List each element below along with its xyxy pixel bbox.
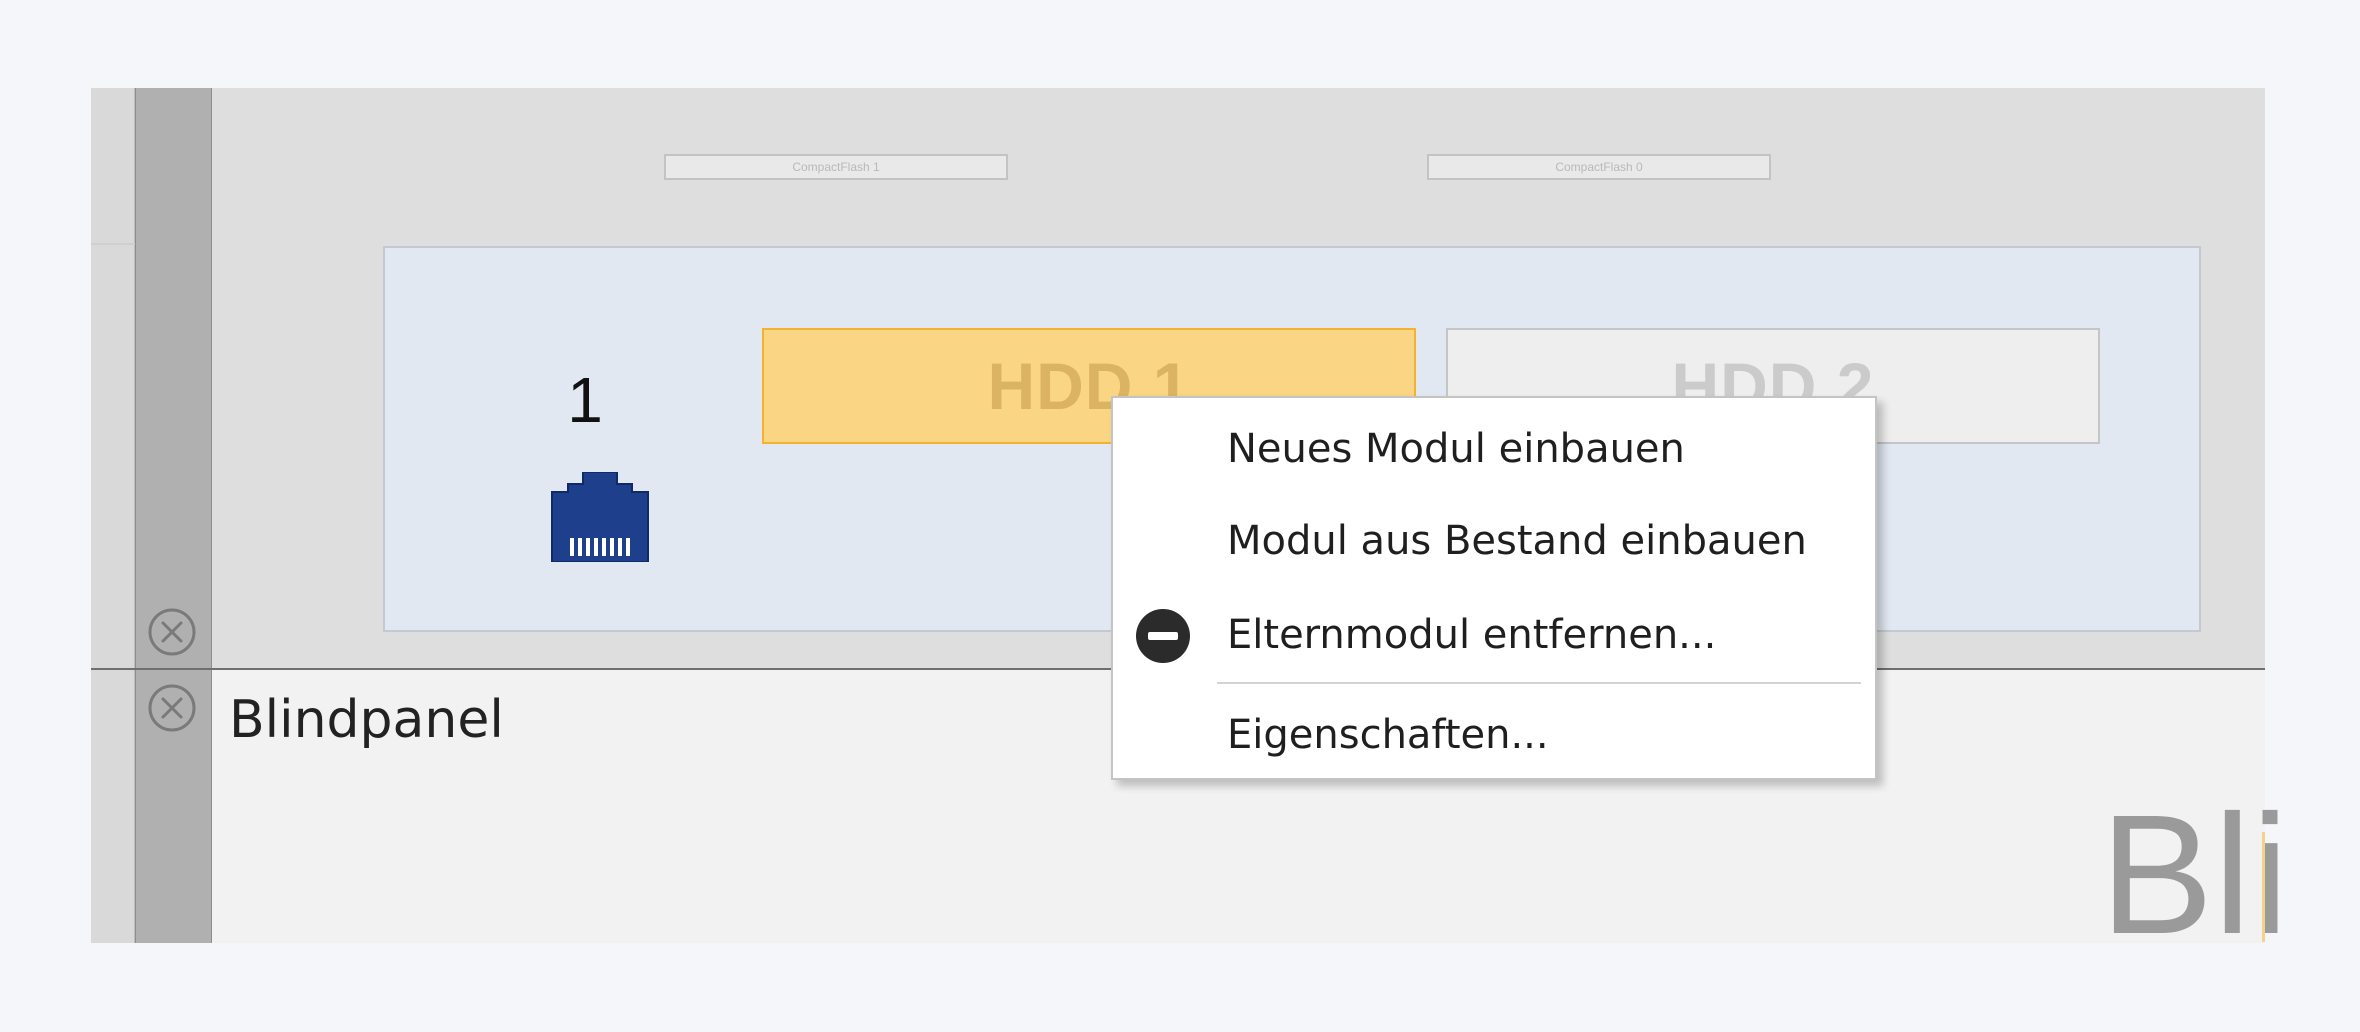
blind-panel-accent: [2262, 832, 2265, 942]
blind-panel-watermark: Bli: [2100, 780, 2289, 970]
port-number-label: 1: [567, 364, 603, 436]
menu-item-label: Eigenschaften...: [1227, 712, 1549, 758]
menu-item-label: Neues Modul einbauen: [1227, 426, 1685, 472]
menu-separator: [1217, 682, 1861, 684]
compactflash-1-slot[interactable]: CompactFlash 1: [664, 154, 1008, 180]
menu-item-label: Modul aus Bestand einbauen: [1227, 518, 1807, 564]
rack-left-rail: [91, 88, 135, 943]
remove-blind-panel-close-icon[interactable]: [146, 682, 198, 734]
rack-mount-rail: [135, 88, 212, 943]
menu-item-new-module[interactable]: Neues Modul einbauen: [1113, 410, 1875, 490]
context-menu: Neues Modul einbauen Modul aus Bestand e…: [1111, 396, 1877, 780]
remove-unit-close-icon[interactable]: [146, 606, 198, 658]
menu-item-remove-parent-module[interactable]: Elternmodul entfernen...: [1113, 596, 1875, 676]
blind-panel-label: Blindpanel: [229, 690, 504, 750]
menu-item-properties[interactable]: Eigenschaften...: [1113, 696, 1875, 776]
compactflash-0-slot[interactable]: CompactFlash 0: [1427, 154, 1771, 180]
ethernet-port-icon[interactable]: [550, 472, 650, 562]
menu-item-install-from-stock[interactable]: Modul aus Bestand einbauen: [1113, 502, 1875, 582]
menu-item-label: Elternmodul entfernen...: [1227, 612, 1717, 658]
minus-circle-icon: [1136, 609, 1190, 663]
